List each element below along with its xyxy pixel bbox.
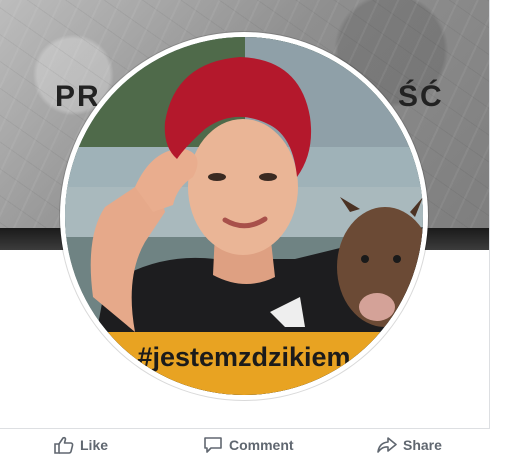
profile-picture[interactable]: #jestemzdzikiem xyxy=(65,37,423,395)
profile-header-card: PR ŚĆ #jestemzdzikiem xyxy=(0,0,490,429)
like-button[interactable]: Like xyxy=(54,436,108,454)
comment-label: Comment xyxy=(229,437,294,453)
thumbs-up-icon xyxy=(54,436,74,454)
comment-icon xyxy=(204,437,222,453)
comment-button[interactable]: Comment xyxy=(203,436,294,454)
like-label: Like xyxy=(80,437,109,453)
share-icon xyxy=(377,437,397,453)
cover-text-right: ŚĆ xyxy=(398,80,444,113)
share-button[interactable]: Share xyxy=(377,436,442,454)
post-actions-bar: Like Comment Share xyxy=(0,428,505,458)
profile-frame-hashtag: #jestemzdzikiem xyxy=(137,342,351,372)
share-label: Share xyxy=(403,437,442,453)
